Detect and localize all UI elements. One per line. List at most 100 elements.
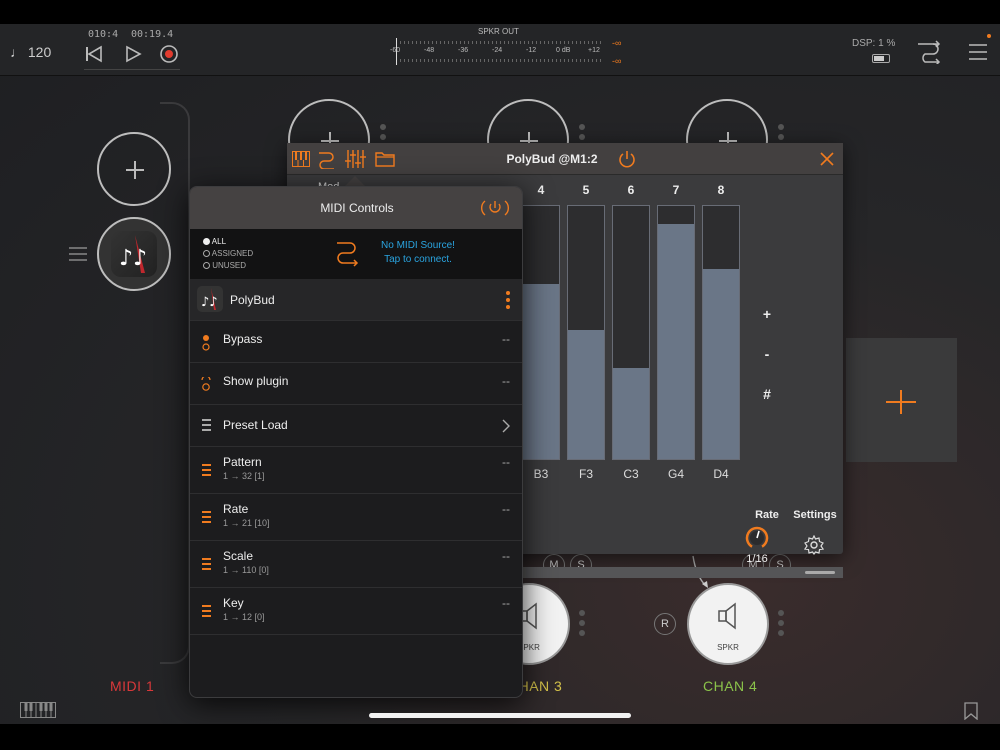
piano-keys-icon <box>24 703 53 717</box>
midi-controls-title: MIDI Controls <box>320 201 394 215</box>
step-note: D4 <box>713 467 729 481</box>
close-icon <box>820 152 834 166</box>
plugin-header-row[interactable]: ♪♪ PolyBud <box>190 279 522 321</box>
keyboard-tab-button[interactable] <box>292 151 310 167</box>
sliders-icon <box>345 150 366 168</box>
filter-assigned[interactable]: ASSIGNED <box>203 249 253 258</box>
piano-icon <box>292 151 310 167</box>
plugin-options-button[interactable] <box>506 291 510 309</box>
speaker-label: SPKR <box>717 643 739 652</box>
menu-button[interactable] <box>968 42 988 62</box>
radio-off-icon <box>203 250 210 258</box>
midi-controls-header: MIDI Controls <box>190 187 522 229</box>
octave-up-button[interactable]: + <box>759 306 775 322</box>
plugin-close-button[interactable] <box>819 151 835 167</box>
slot-options-dots[interactable] <box>579 610 585 640</box>
control-row-scale[interactable]: Scale 1 → 110 [0] -- <box>190 541 522 588</box>
plus-icon <box>126 161 144 179</box>
control-range: 1 → 12 [0] <box>223 612 265 622</box>
no-midi-source-text[interactable]: No MIDI Source! <box>368 240 468 251</box>
control-value: -- <box>502 549 510 563</box>
record-icon <box>160 45 178 63</box>
rewind-button[interactable] <box>84 44 104 64</box>
control-row-bypass[interactable]: Bypass -- <box>190 321 522 363</box>
drag-lines-icon <box>69 247 87 261</box>
chan4-speaker-node[interactable]: SPKR <box>687 583 769 665</box>
settings-label: Settings <box>793 509 837 521</box>
control-row-show-plugin[interactable]: Show plugin -- <box>190 363 522 405</box>
filter-label: UNUSED <box>212 261 247 270</box>
meter-tick: -48 <box>424 47 435 54</box>
filter-unused[interactable]: UNUSED <box>203 261 246 270</box>
filter-label: ASSIGNED <box>211 249 254 258</box>
range-lines-icon <box>202 511 211 526</box>
meter-title: SPKR OUT <box>478 27 519 36</box>
control-row-rate[interactable]: Rate 1 → 21 [10] -- <box>190 494 522 541</box>
channel-label-chan4[interactable]: CHAN 4 <box>703 678 757 694</box>
step-number: 8 <box>717 183 725 197</box>
meter-tick: -60 <box>390 47 401 54</box>
record-button[interactable] <box>159 44 179 64</box>
home-indicator[interactable] <box>369 713 631 718</box>
control-range: 1 → 110 [0] <box>223 565 269 575</box>
step-slider[interactable] <box>657 205 695 460</box>
rate-value: 1/16 <box>746 553 768 565</box>
step-slider[interactable] <box>612 205 650 460</box>
range-lines-icon <box>202 464 211 479</box>
control-range: 1 → 32 [1] <box>223 471 265 481</box>
meter-tick: +12 <box>588 47 600 54</box>
routing-tab-button[interactable] <box>317 149 337 170</box>
plugin-title: PolyBud @M1:2 <box>506 152 598 166</box>
range-lines-icon <box>202 558 211 573</box>
control-row-key[interactable]: Key 1 → 12 [0] -- <box>190 588 522 635</box>
control-row-pattern[interactable]: Pattern 1 → 32 [1] -- <box>190 447 522 494</box>
step-note: C3 <box>623 467 639 481</box>
control-row-preset-load[interactable]: Preset Load <box>190 405 522 447</box>
rate-knob[interactable] <box>744 525 770 551</box>
control-label: Scale <box>223 549 254 563</box>
filter-all[interactable]: ALL <box>203 237 226 246</box>
step-level <box>523 284 559 459</box>
tempo-display[interactable]: ♩ 120 <box>10 44 51 60</box>
plugin-power-button[interactable] <box>617 149 637 169</box>
workspace: ♩ 120 010:4 00:19.4 SPKR OUT -60 -48 -36… <box>0 24 1000 724</box>
midi-controls-popover: MIDI Controls ALL ASSIGNED UNUSED No MID… <box>189 186 523 698</box>
rate-label: Rate <box>755 509 779 521</box>
presets-tab-button[interactable] <box>375 151 395 167</box>
hamburger-icon <box>969 44 987 60</box>
keyboard-button[interactable] <box>20 702 56 718</box>
step-slider[interactable] <box>702 205 740 460</box>
reorder-handle[interactable] <box>69 246 87 262</box>
transport-divider <box>84 69 180 70</box>
channel-label-midi1[interactable]: MIDI 1 <box>110 678 154 694</box>
polybud-app-icon: ♪♪ <box>197 286 223 312</box>
step-slider[interactable] <box>567 205 605 460</box>
chan4-record-button[interactable]: R <box>654 613 676 635</box>
polybud-node[interactable]: ♪♪ <box>97 217 171 291</box>
meter-inf-bottom: -∞ <box>612 56 622 66</box>
add-midi-slot-button[interactable] <box>97 132 171 206</box>
bookmark-button[interactable] <box>964 702 978 721</box>
octave-down-button[interactable]: - <box>759 346 775 362</box>
step-note: B3 <box>533 467 549 481</box>
resize-grip[interactable] <box>805 571 835 574</box>
slot-options-dots[interactable] <box>778 610 784 640</box>
sharp-button[interactable]: # <box>759 386 775 402</box>
rewind-icon <box>86 45 102 63</box>
tap-to-connect-text[interactable]: Tap to connect. <box>368 254 468 265</box>
control-value: -- <box>502 502 510 516</box>
midi-learn-button[interactable] <box>480 198 510 218</box>
routing-button[interactable] <box>915 38 943 66</box>
settings-button[interactable] <box>803 534 825 555</box>
midi-filter-bar: ALL ASSIGNED UNUSED No MIDI Source! Tap … <box>190 229 522 279</box>
polybud-app-icon: ♪♪ <box>111 231 157 277</box>
midi-controls-tab-button[interactable] <box>345 149 367 169</box>
play-button[interactable] <box>123 44 143 64</box>
step-level <box>613 367 649 459</box>
control-value: -- <box>502 374 510 388</box>
speaker-icon <box>718 602 736 630</box>
add-channel-button[interactable] <box>846 338 957 462</box>
midi-source-button[interactable] <box>335 239 359 267</box>
plugin-titlebar: PolyBud @M1:2 <box>287 143 843 175</box>
step-slider[interactable] <box>522 205 560 460</box>
